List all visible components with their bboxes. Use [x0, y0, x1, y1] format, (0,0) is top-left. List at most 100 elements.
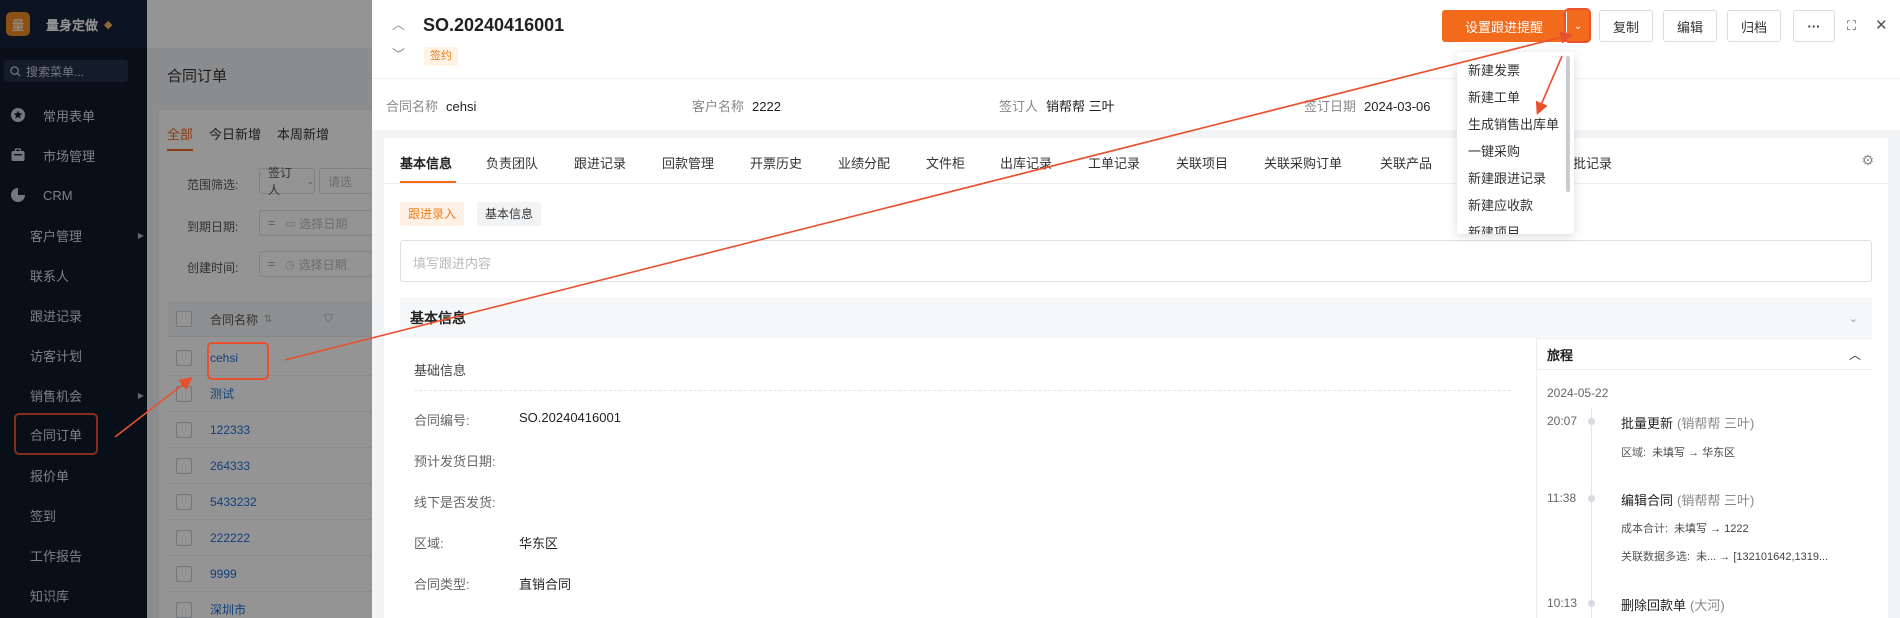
followup-entry-tab[interactable]: 跟进录入: [400, 202, 465, 226]
contract-link[interactable]: 222222: [210, 531, 250, 545]
contract-link[interactable]: 测试: [210, 385, 234, 402]
row-checkbox[interactable]: [176, 529, 192, 546]
sidebar-item-knowledge[interactable]: 知识库: [0, 575, 147, 615]
menu-item-one-click-purchase[interactable]: 一键采购: [1468, 141, 1520, 160]
tab-related-projects[interactable]: 关联项目: [1176, 153, 1228, 172]
table-row[interactable]: 深圳市: [168, 592, 372, 618]
select-all-checkbox[interactable]: [176, 311, 192, 327]
tab-performance[interactable]: 业绩分配: [838, 153, 890, 172]
tab-approval-records[interactable]: 批记录: [1573, 153, 1612, 172]
menu-item-new-followup[interactable]: 新建跟进记录: [1468, 168, 1546, 187]
tab-this-week[interactable]: 本周新增: [277, 124, 329, 151]
archive-button[interactable]: 归档: [1727, 10, 1781, 42]
tab-related-purchase-orders[interactable]: 关联采购订单: [1264, 153, 1342, 172]
contract-link[interactable]: 5433232: [210, 495, 257, 509]
table-row[interactable]: 5433232: [168, 484, 372, 520]
basic-info-tab[interactable]: 基本信息: [477, 202, 542, 226]
sidebar-group-market[interactable]: 市场管理: [0, 135, 147, 175]
more-button[interactable]: ···: [1793, 10, 1835, 42]
set-reminder-button[interactable]: 设置跟进提醒: [1442, 10, 1566, 42]
close-icon[interactable]: ✕: [1875, 16, 1888, 34]
menu-scrollbar[interactable]: [1566, 56, 1570, 192]
tab-related-products[interactable]: 关联产品: [1380, 153, 1432, 172]
field-label: 合同类型:: [414, 577, 470, 592]
sidebar-item-label: 联系人: [30, 268, 70, 284]
summary-key: 合同名称: [386, 99, 439, 114]
contract-link[interactable]: 9999: [210, 567, 237, 581]
menu-item-new-project[interactable]: 新建项目: [1468, 222, 1520, 234]
edit-button[interactable]: 编辑: [1663, 10, 1717, 42]
row-checkbox[interactable]: [176, 457, 192, 474]
summary-bar: 合同名称 cehsi 客户名称 2222 签订人 销帮帮 三叶 签订日期 2024-03…: [372, 78, 1900, 130]
summary-key: 签订日期: [1304, 99, 1357, 114]
sidebar-item-checkin[interactable]: 签到: [0, 495, 147, 535]
tab-all[interactable]: 全部: [167, 124, 194, 151]
sidebar-group-common-forms[interactable]: 常用表单: [0, 95, 147, 135]
created-date-input[interactable]: = ◷ 选择日期: [259, 251, 372, 277]
table-row[interactable]: cehsi: [168, 340, 372, 376]
chevron-up-icon: ︿: [1848, 347, 1861, 362]
menu-search-input[interactable]: 搜索菜单...: [4, 60, 128, 82]
section-basic-info-header[interactable]: 基本信息 ⌄: [400, 298, 1872, 338]
column-header-name: 合同名称: [210, 312, 259, 327]
settings-gear-icon[interactable]: ⚙: [1861, 152, 1874, 169]
sidebar-item-contracts[interactable]: 合同订单: [14, 413, 98, 455]
sidebar-item-customers[interactable]: 客户管理 ▶: [0, 215, 147, 255]
table-row[interactable]: 测试: [168, 376, 372, 412]
row-checkbox[interactable]: [176, 421, 192, 438]
copy-button[interactable]: 复制: [1599, 10, 1653, 42]
journey-header[interactable]: 旅程 ︿: [1537, 338, 1873, 370]
contract-link[interactable]: 深圳市: [210, 601, 246, 618]
next-record-icon[interactable]: ﹀: [392, 44, 405, 63]
brand-bar[interactable]: 量 量身定做 ◆: [0, 0, 147, 48]
sidebar-item-quotes[interactable]: 报价单: [0, 455, 147, 495]
field-value: 直销合同: [519, 577, 572, 592]
tab-files[interactable]: 文件柜: [926, 153, 965, 172]
contract-link[interactable]: 264333: [210, 459, 250, 473]
row-checkbox[interactable]: [176, 385, 192, 402]
table-header: 合同名称 ⇅ ⛉: [168, 301, 372, 337]
table-row[interactable]: 9999: [168, 556, 372, 592]
table-row[interactable]: 264333: [168, 448, 372, 484]
menu-item-new-invoice[interactable]: 新建发票: [1468, 60, 1520, 79]
tab-team[interactable]: 负责团队: [486, 153, 538, 172]
filter-icon[interactable]: ⛉: [324, 313, 332, 326]
divider: [414, 390, 1511, 391]
tab-invoices[interactable]: 开票历史: [750, 153, 802, 172]
due-date-input[interactable]: = ▭ 选择日期: [259, 210, 372, 236]
tab-work-orders[interactable]: 工单记录: [1088, 153, 1140, 172]
sidebar-item-followups[interactable]: 跟进记录: [0, 295, 147, 335]
sort-icon[interactable]: ⇅: [264, 314, 272, 325]
sidebar-item-label: 客户管理: [30, 228, 83, 244]
range-input[interactable]: 请选: [319, 168, 372, 194]
sidebar-item-opportunities[interactable]: 销售机会 ▶: [0, 375, 147, 415]
tab-outbound[interactable]: 出库记录: [1000, 153, 1052, 172]
table-row[interactable]: 122333: [168, 412, 372, 448]
tab-today[interactable]: 今日新增: [209, 124, 261, 151]
fullscreen-icon[interactable]: ⛶: [1847, 18, 1856, 34]
detail-body: 基本信息 负责团队 跟进记录 回款管理 开票历史 业绩分配 文件柜 出库记录 工…: [384, 138, 1888, 618]
menu-item-new-work-order[interactable]: 新建工单: [1468, 87, 1520, 106]
sidebar-item-contacts[interactable]: 联系人: [0, 255, 147, 295]
menu-item-new-receivable[interactable]: 新建应收款: [1468, 195, 1533, 214]
row-checkbox[interactable]: [176, 493, 192, 510]
tab-basic-info[interactable]: 基本信息: [400, 153, 452, 172]
filter-created-label: 创建时间:: [187, 261, 239, 275]
row-checkbox[interactable]: [176, 601, 192, 618]
contract-detail-drawer: ︿ ﹀ SO.20240416001 签约 设置跟进提醒 ⌄ 复制 编辑 归档 …: [372, 0, 1900, 618]
chevron-down-icon: ⌄: [306, 175, 314, 186]
sidebar-group-crm[interactable]: CRM: [0, 175, 147, 215]
followup-input[interactable]: 填写跟进内容: [400, 240, 1872, 282]
row-checkbox[interactable]: [176, 565, 192, 582]
sidebar-item-work-report[interactable]: 工作报告: [0, 535, 147, 575]
menu-item-create-outbound[interactable]: 生成销售出库单: [1468, 114, 1559, 133]
previous-record-icon[interactable]: ︿: [392, 14, 405, 33]
tab-payments[interactable]: 回款管理: [662, 153, 714, 172]
tab-followups[interactable]: 跟进记录: [574, 153, 626, 172]
sidebar-item-visit-plan[interactable]: 访客计划: [0, 335, 147, 375]
contract-link[interactable]: 122333: [210, 423, 250, 437]
range-select[interactable]: 签订人 ⌄: [259, 166, 315, 197]
row-checkbox[interactable]: [176, 349, 192, 366]
more-actions-menu: 新建发票 新建工单 生成销售出库单 一键采购 新建跟进记录 新建应收款 新建项目: [1457, 52, 1574, 234]
table-row[interactable]: 222222: [168, 520, 372, 556]
